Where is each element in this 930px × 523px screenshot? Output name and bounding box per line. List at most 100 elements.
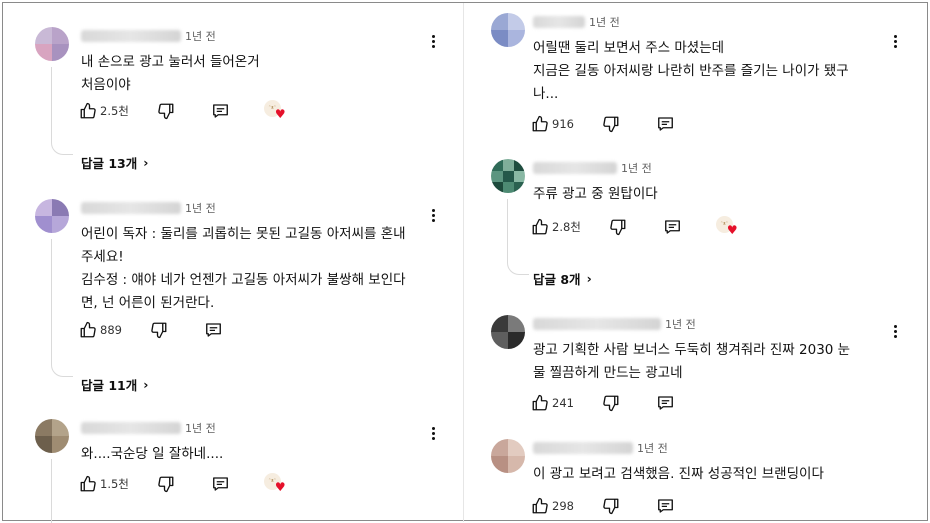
thumbs-up-icon	[532, 394, 548, 411]
more-vertical-icon[interactable]	[423, 423, 443, 443]
comment-header: 1년 전	[81, 27, 216, 45]
comment-time[interactable]: 1년 전	[665, 316, 696, 332]
thread-line	[51, 459, 52, 523]
dislike-button[interactable]	[602, 497, 620, 515]
like-button[interactable]: 916	[531, 115, 588, 133]
like-count: 298	[552, 499, 574, 513]
comment-text: 광고 기획한 사람 보너스 두둑히 챙겨줘라 진짜 2030 눈 물 찔끔하게 …	[533, 342, 851, 381]
reply-button[interactable]	[656, 497, 675, 515]
comment-bubble-icon	[658, 396, 673, 410]
creator-heart-badge[interactable]: ᵔᴥᵔ ♥	[263, 100, 286, 122]
reply-button[interactable]	[211, 102, 230, 120]
author-name[interactable]	[533, 442, 633, 454]
reply-button[interactable]	[663, 218, 682, 236]
comment-bubble-icon	[206, 323, 221, 337]
reply-button[interactable]	[656, 394, 675, 412]
thumbs-up-icon	[80, 102, 96, 119]
creator-heart-badge[interactable]: ᵔᴥᵔ ♥	[263, 473, 286, 495]
more-vertical-icon[interactable]	[423, 205, 443, 225]
chevron-right-icon: ›	[143, 377, 149, 392]
thumbs-up-icon	[80, 475, 96, 492]
chevron-right-icon: ›	[586, 271, 592, 286]
chevron-right-icon: ›	[143, 155, 149, 170]
comment-time[interactable]: 1년 전	[185, 200, 216, 216]
avatar[interactable]	[491, 13, 525, 47]
comment: 1년 전 어린이 독자 : 둘리를 괴롭히는 못된 고길동 아저씨를 혼내 주세…	[3, 199, 443, 399]
replies-toggle[interactable]: 답글 8개 ›	[533, 269, 592, 288]
author-name[interactable]	[81, 30, 181, 42]
thumbs-down-icon	[603, 116, 619, 133]
author-name[interactable]	[533, 318, 661, 330]
thumbs-up-icon	[532, 497, 548, 514]
comment-time[interactable]: 1년 전	[621, 160, 652, 176]
comment-actions: 241	[531, 392, 689, 414]
like-button[interactable]: 1.5천	[79, 475, 143, 493]
thumbs-up-icon	[532, 115, 548, 132]
like-button[interactable]: 2.5천	[79, 102, 143, 120]
creator-heart-icon: ♥	[274, 107, 286, 121]
thread-line	[51, 67, 52, 143]
comment-bubble-icon	[658, 499, 673, 513]
comment: 1년 전 주류 광고 중 원탑이다 2.8천 ᵔᴥᵔ ♥ 답글 8개 ›	[465, 159, 905, 289]
replies-label: 답글 11개	[81, 378, 138, 393]
comment-bubble-icon	[212, 477, 228, 491]
author-name[interactable]	[533, 16, 585, 28]
like-count: 2.8천	[552, 220, 581, 234]
comment-time[interactable]: 1년 전	[185, 420, 216, 436]
reply-button[interactable]	[656, 115, 675, 133]
reply-button[interactable]	[204, 321, 223, 339]
avatar[interactable]	[491, 159, 525, 193]
like-count: 916	[552, 117, 574, 131]
avatar[interactable]	[35, 419, 69, 453]
author-name[interactable]	[81, 422, 181, 434]
comment: 1년 전 이 광고 보려고 검색했음. 진짜 성공적인 브랜딩이다 298	[465, 439, 905, 519]
avatar[interactable]	[35, 199, 69, 233]
comment-time[interactable]: 1년 전	[589, 14, 620, 30]
replies-toggle[interactable]: 답글 11개 ›	[81, 375, 148, 394]
avatar[interactable]	[35, 27, 69, 61]
comment-bubble-icon	[664, 220, 680, 234]
like-count: 241	[552, 396, 574, 410]
comment-text: 어릴땐 둘리 보면서 주스 마셨는데 지금은 길동 아저씨랑 나란히 반주를 즐…	[533, 40, 849, 102]
thread-curve	[51, 141, 73, 155]
comment-actions: 1.5천 ᵔᴥᵔ ♥	[79, 473, 286, 495]
dislike-button[interactable]	[602, 115, 620, 133]
comment-time[interactable]: 1년 전	[185, 28, 216, 44]
author-name[interactable]	[81, 202, 181, 214]
avatar[interactable]	[491, 315, 525, 349]
comment-header: 1년 전	[81, 419, 216, 437]
thumbs-up-icon	[80, 321, 96, 338]
creator-heart-icon: ♥	[726, 223, 738, 237]
thumbs-down-icon	[158, 103, 174, 120]
creator-heart-badge[interactable]: ᵔᴥᵔ ♥	[715, 216, 738, 238]
avatar[interactable]	[491, 439, 525, 473]
dislike-button[interactable]	[609, 218, 627, 236]
dislike-button[interactable]	[602, 394, 620, 412]
more-vertical-icon[interactable]	[423, 31, 443, 51]
replies-label: 답글 8개	[533, 272, 581, 287]
comment-actions: 916	[531, 113, 689, 135]
author-name[interactable]	[533, 162, 617, 174]
reply-button[interactable]	[211, 475, 230, 493]
thumbs-down-icon	[151, 322, 167, 339]
comment-time[interactable]: 1년 전	[637, 440, 668, 456]
comments-panel: 1년 전 내 손으로 광고 눌러서 들어온거 처음이야 2.5천 ᵔᴥᵔ ♥ 답…	[2, 2, 928, 523]
replies-toggle[interactable]: 답글 13개 ›	[81, 153, 148, 172]
comment: 1년 전 어릴땐 둘리 보면서 주스 마셨는데 지금은 길동 아저씨랑 나란히 …	[465, 13, 905, 143]
thread-line	[507, 199, 508, 263]
like-button[interactable]: 889	[79, 321, 136, 339]
comment-header: 1년 전	[533, 315, 696, 333]
comment-header: 1년 전	[533, 13, 620, 31]
dislike-button[interactable]	[157, 102, 175, 120]
thumbs-down-icon	[603, 498, 619, 515]
dislike-button[interactable]	[157, 475, 175, 493]
dislike-button[interactable]	[150, 321, 168, 339]
comment: 1년 전 내 손으로 광고 눌러서 들어온거 처음이야 2.5천 ᵔᴥᵔ ♥ 답…	[3, 27, 443, 177]
comment-text: 주류 광고 중 원탑이다	[533, 186, 658, 202]
like-button[interactable]: 241	[531, 394, 588, 412]
like-button[interactable]: 298	[531, 497, 588, 515]
like-button[interactable]: 2.8천	[531, 218, 595, 236]
more-vertical-icon[interactable]	[885, 321, 905, 341]
comment-text: 어린이 독자 : 둘리를 괴롭히는 못된 고길동 아저씨를 혼내 주세요! 김수…	[81, 226, 406, 311]
thumbs-down-icon	[603, 395, 619, 412]
